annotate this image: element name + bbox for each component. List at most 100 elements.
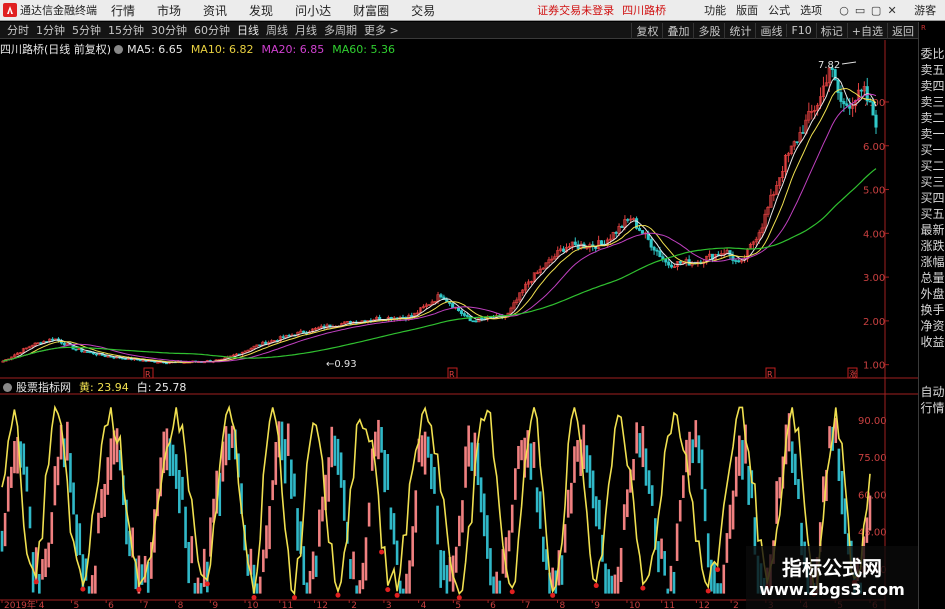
indicator-bar	[308, 570, 312, 594]
quote-item[interactable]: 收益	[919, 334, 945, 350]
indicator-bar	[790, 441, 794, 473]
quote-item[interactable]: 涨幅	[919, 254, 945, 270]
menu-functions[interactable]: 功能	[704, 2, 726, 18]
menu-options[interactable]: 选项	[800, 2, 822, 18]
menu-market[interactable]: 市场	[157, 2, 181, 19]
time-tick-label: 4	[421, 601, 427, 609]
indicator-dot-icon[interactable]	[3, 382, 12, 392]
indicator-bar	[657, 541, 660, 573]
maximize-icon[interactable]: ▢	[868, 4, 884, 17]
mark-button[interactable]: 标记	[815, 22, 847, 39]
back-button[interactable]: 返回	[887, 22, 918, 39]
quote-item[interactable]: 卖一	[919, 126, 945, 142]
signal-dot	[291, 595, 297, 601]
period-15min[interactable]: 15分钟	[108, 22, 144, 38]
close-icon[interactable]: ✕	[884, 4, 900, 17]
period-weekly[interactable]: 周线	[266, 22, 288, 38]
price-panel-header: 四川路桥(日线 前复权) MA5: 6.65 MA10: 6.82 MA20: …	[0, 42, 403, 57]
quote-items: 委比 卖五 卖四 卖三 卖二 卖一 买一 买二 买三 买四 买五 最新 涨跌 涨…	[919, 46, 945, 350]
quote-item[interactable]: 买一	[919, 142, 945, 158]
indicator-bar	[230, 425, 234, 448]
candle-body	[620, 225, 624, 229]
statistics-button[interactable]: 统计	[724, 22, 755, 39]
multi-stock-button[interactable]: 多股	[693, 22, 724, 39]
settings-dot-icon[interactable]	[114, 44, 124, 54]
indicator-bar	[271, 480, 274, 501]
candle-body	[62, 342, 66, 346]
quote-item[interactable]: 卖二	[919, 110, 945, 126]
chart-area[interactable]: 7.006.005.004.003.002.001.0090.0075.0060…	[0, 40, 918, 609]
period-60min[interactable]: 60分钟	[194, 22, 230, 38]
add-watchlist-button[interactable]: +自选	[846, 22, 887, 39]
indicator-bar	[678, 500, 682, 522]
period-1min[interactable]: 1分钟	[36, 22, 65, 38]
menu-layout[interactable]: 版面	[736, 2, 758, 18]
period-intraday[interactable]: 分时	[7, 22, 29, 38]
price-tick-label: 3.00	[863, 273, 885, 284]
quote-item[interactable]: 委比	[919, 46, 945, 62]
indicator-bar	[588, 455, 592, 488]
overlay-button[interactable]: 叠加	[662, 22, 693, 39]
candle-body	[445, 299, 449, 302]
signal-dot	[456, 595, 462, 601]
skin-icon[interactable]: ○	[836, 4, 852, 17]
indicator-bar	[644, 448, 648, 486]
menu-formula[interactable]: 公式	[768, 2, 790, 18]
candle-body	[258, 344, 262, 347]
indicator-bar	[445, 565, 449, 594]
indicator-bar	[619, 547, 623, 582]
quote-item[interactable]: 卖三	[919, 94, 945, 110]
period-monthly[interactable]: 月线	[295, 22, 317, 38]
menu-ask[interactable]: 问小达	[295, 2, 331, 19]
adjust-button[interactable]: 复权	[631, 22, 662, 39]
quote-item[interactable]: 换手	[919, 302, 945, 318]
quote-item[interactable]: 卖四	[919, 78, 945, 94]
indicator-bar	[622, 504, 626, 530]
guest-user[interactable]: 游客	[914, 2, 936, 18]
candle-body	[737, 260, 741, 263]
login-status[interactable]: 证券交易未登录	[537, 2, 614, 18]
period-5min[interactable]: 5分钟	[72, 22, 101, 38]
auto-tab[interactable]: 自动	[919, 384, 945, 400]
menu-news[interactable]: 资讯	[203, 2, 227, 19]
quote-item[interactable]: 外盘	[919, 286, 945, 302]
quote-item[interactable]: 总量	[919, 270, 945, 286]
quote-item[interactable]: 最新	[919, 222, 945, 238]
menu-discover[interactable]: 发现	[249, 2, 273, 19]
more-periods-button[interactable]: 更多 >	[364, 22, 399, 38]
white-value: 白: 25.78	[136, 381, 187, 394]
indicator-bar	[682, 475, 685, 498]
draw-line-button[interactable]: 画线	[755, 22, 786, 39]
indicator-bar	[632, 459, 635, 481]
indicator-bar	[383, 450, 386, 493]
candle-body	[842, 101, 846, 105]
yellow-value: 黄: 23.94	[79, 381, 129, 394]
window-buttons: ○ ▭ ▢ ✕	[836, 4, 900, 17]
period-daily[interactable]: 日线	[237, 22, 259, 38]
period-30min[interactable]: 30分钟	[151, 22, 187, 38]
menu-trade[interactable]: 交易	[411, 2, 435, 19]
f10-button[interactable]: F10	[786, 24, 815, 37]
menu-wealth[interactable]: 财富圈	[353, 2, 389, 19]
quote-tab[interactable]: 行情	[919, 400, 945, 416]
indicator-bar	[507, 530, 511, 552]
indicator-bar	[454, 546, 458, 573]
quote-item[interactable]: 买三	[919, 174, 945, 190]
time-tick-label: 11	[664, 601, 675, 609]
indicator-bar	[280, 421, 284, 461]
quote-item[interactable]: 买五	[919, 206, 945, 222]
quote-item[interactable]: 涨跌	[919, 238, 945, 254]
quote-item[interactable]: 买二	[919, 158, 945, 174]
period-multi[interactable]: 多周期	[324, 22, 357, 38]
indicator-bar	[377, 419, 380, 460]
quote-item[interactable]: 买四	[919, 190, 945, 206]
minimize-icon[interactable]: ▭	[852, 4, 868, 17]
quote-item[interactable]: 卖五	[919, 62, 945, 78]
indicator-bar	[66, 421, 69, 461]
indicator-title: 股票指标网	[16, 381, 71, 394]
candle-body	[302, 330, 306, 334]
menu-quotes[interactable]: 行情	[111, 2, 135, 19]
quote-item[interactable]: 净资	[919, 318, 945, 334]
time-tick-label: 10	[247, 601, 259, 609]
indicator-bar	[333, 435, 337, 466]
